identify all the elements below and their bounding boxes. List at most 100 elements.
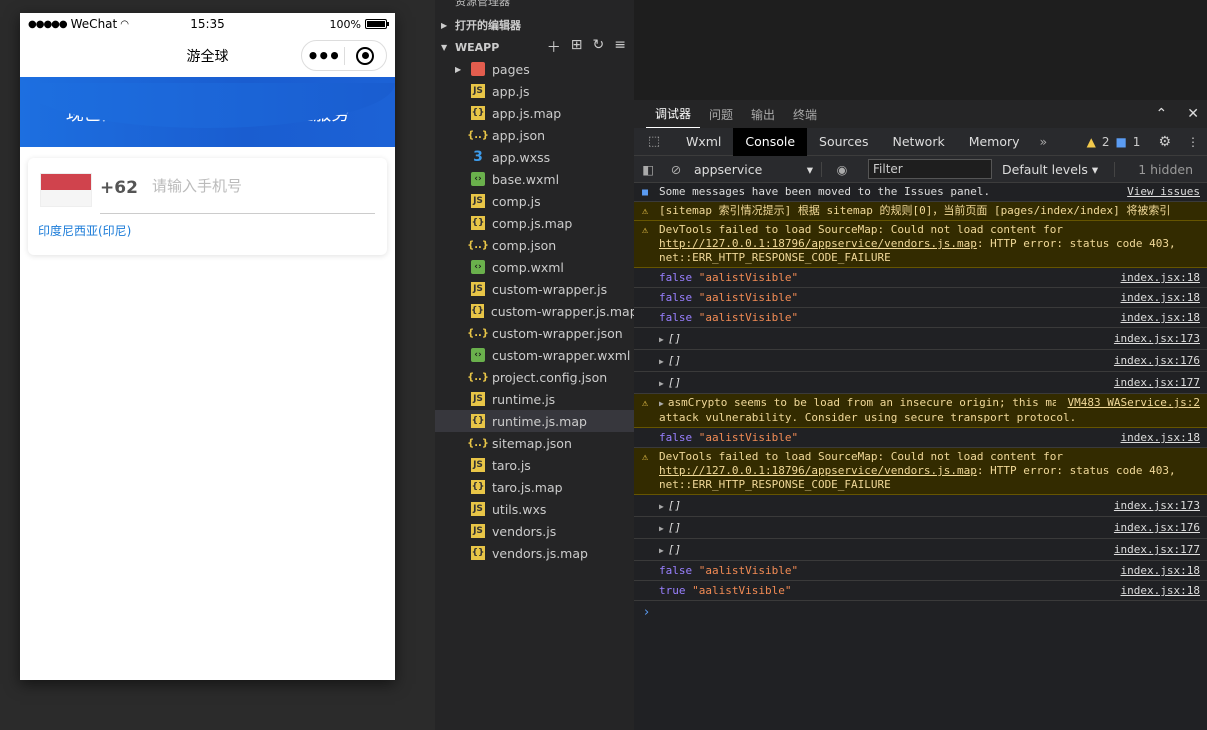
- country-name[interactable]: 印度尼西亚(印尼): [38, 222, 131, 239]
- tab-problems[interactable]: 问题: [700, 106, 742, 128]
- file-name: comp.json: [492, 237, 557, 253]
- file-item[interactable]: JS custom-wrapper.js: [435, 278, 634, 300]
- info-count[interactable]: 1: [1133, 135, 1141, 149]
- file-item[interactable]: {..} custom-wrapper.json: [435, 322, 634, 344]
- filter-input[interactable]: [868, 159, 992, 179]
- gear-icon[interactable]: ⚙: [1158, 134, 1171, 150]
- file-name: sitemap.json: [492, 435, 572, 451]
- log-value: true: [659, 584, 686, 597]
- file-item[interactable]: ‹› custom-wrapper.wxml: [435, 344, 634, 366]
- file-item[interactable]: {..} sitemap.json: [435, 432, 634, 454]
- log-value: false: [659, 271, 693, 284]
- log-object[interactable]: []: [668, 543, 681, 556]
- file-item[interactable]: ‹› comp.wxml: [435, 256, 634, 278]
- source-link[interactable]: index.jsx:176: [1114, 354, 1200, 368]
- source-link[interactable]: index.jsx:177: [1114, 543, 1200, 557]
- file-item[interactable]: {} custom-wrapper.js.map: [435, 300, 638, 322]
- log-object[interactable]: []: [668, 332, 681, 345]
- file-item[interactable]: JS vendors.js: [435, 520, 634, 542]
- log-value: false: [659, 431, 693, 444]
- expand-arrow-icon[interactable]: ▶: [659, 357, 664, 366]
- file-item[interactable]: ‹› base.wxml: [435, 168, 634, 190]
- source-link[interactable]: index.jsx:18: [1121, 431, 1200, 445]
- file-item[interactable]: {} vendors.js.map: [435, 542, 634, 564]
- source-link[interactable]: View issues: [1127, 185, 1200, 199]
- tab-wxml[interactable]: Wxml: [674, 128, 733, 156]
- chevron-up-icon[interactable]: ⌃: [1156, 106, 1168, 122]
- tab-network[interactable]: Network: [881, 128, 957, 156]
- close-miniprogram-button[interactable]: [345, 46, 387, 65]
- json-file-icon: {..}: [467, 437, 489, 449]
- sidebar-toggle-icon[interactable]: ◧: [634, 162, 662, 177]
- log-object[interactable]: []: [668, 521, 681, 534]
- source-link[interactable]: VM483 WAService.js:2: [1055, 396, 1200, 410]
- close-icon[interactable]: ✕: [1187, 106, 1199, 122]
- file-item[interactable]: JS taro.js: [435, 454, 634, 476]
- file-item[interactable]: JS comp.js: [435, 190, 634, 212]
- project-section[interactable]: ▼ WEAPP ＋ ⊞ ↻ ≡: [435, 36, 634, 58]
- new-file-icon[interactable]: ＋: [547, 37, 561, 57]
- tab-debugger[interactable]: 调试器: [646, 105, 701, 128]
- clear-console-icon[interactable]: ⊘: [662, 162, 690, 177]
- file-item[interactable]: {} taro.js.map: [435, 476, 634, 498]
- source-link[interactable]: index.jsx:18: [1121, 564, 1200, 578]
- file-item[interactable]: JS app.js: [435, 80, 634, 102]
- indonesia-flag-icon[interactable]: [40, 173, 92, 207]
- file-item[interactable]: JS runtime.js: [435, 388, 634, 410]
- inspect-element-icon[interactable]: ⬚: [634, 134, 674, 149]
- country-code[interactable]: +62: [100, 178, 138, 198]
- refresh-icon[interactable]: ↻: [593, 37, 605, 57]
- context-selector[interactable]: appservice ▾: [690, 161, 822, 177]
- collapse-icon[interactable]: ≡: [614, 37, 626, 57]
- tab-console[interactable]: Console: [733, 127, 808, 156]
- chevron-down-icon: ▼: [441, 42, 448, 52]
- file-name: vendors.js: [492, 523, 557, 539]
- source-link[interactable]: index.jsx:18: [1121, 291, 1200, 305]
- file-item[interactable]: JS utils.wxs: [435, 498, 634, 520]
- tab-sources[interactable]: Sources: [807, 128, 880, 156]
- sourcemap-link[interactable]: http://127.0.0.1:18796/appservice/vendor…: [659, 237, 977, 250]
- file-item[interactable]: {} comp.js.map: [435, 212, 634, 234]
- expand-arrow-icon[interactable]: ▶: [659, 399, 664, 408]
- message-icon[interactable]: ■: [1115, 135, 1126, 149]
- expand-arrow-icon[interactable]: ▶: [659, 524, 664, 533]
- phone-number-input[interactable]: [152, 177, 372, 195]
- log-object[interactable]: []: [668, 376, 681, 389]
- file-item[interactable]: {} app.js.map: [435, 102, 634, 124]
- source-link[interactable]: index.jsx:173: [1114, 499, 1200, 513]
- expand-arrow-icon[interactable]: ▶: [659, 379, 664, 388]
- file-item[interactable]: {} runtime.js.map: [435, 410, 634, 432]
- js-file-icon: JS: [471, 84, 485, 98]
- source-link[interactable]: index.jsx:177: [1114, 376, 1200, 390]
- source-link[interactable]: index.jsx:18: [1121, 584, 1200, 598]
- source-link[interactable]: index.jsx:173: [1114, 332, 1200, 346]
- expand-arrow-icon[interactable]: ▶: [659, 546, 664, 555]
- tab-memory[interactable]: Memory: [957, 128, 1032, 156]
- more-button[interactable]: •••: [302, 46, 344, 66]
- folder-item[interactable]: ▶ pages: [435, 58, 634, 80]
- log-object[interactable]: []: [668, 499, 681, 512]
- source-link[interactable]: index.jsx:18: [1121, 311, 1200, 325]
- tab-terminal[interactable]: 终端: [784, 106, 826, 128]
- log-object[interactable]: []: [668, 354, 681, 367]
- log-levels-dropdown[interactable]: Default levels ▾: [1002, 161, 1116, 177]
- kebab-menu-icon[interactable]: ⋮: [1187, 135, 1199, 149]
- file-item[interactable]: 3 app.wxss: [435, 146, 634, 168]
- expand-arrow-icon[interactable]: ▶: [659, 335, 664, 344]
- tab-output[interactable]: 输出: [742, 106, 784, 128]
- eye-icon[interactable]: ◉: [828, 162, 856, 177]
- file-item[interactable]: {..} comp.json: [435, 234, 634, 256]
- log-string: "aalistVisible": [698, 271, 799, 284]
- open-editors-section[interactable]: ▶ 打开的编辑器: [435, 14, 634, 36]
- source-link[interactable]: index.jsx:176: [1114, 521, 1200, 535]
- sourcemap-link[interactable]: http://127.0.0.1:18796/appservice/vendor…: [659, 464, 977, 477]
- expand-arrow-icon[interactable]: ▶: [659, 502, 664, 511]
- file-item[interactable]: {..} project.config.json: [435, 366, 634, 388]
- file-item[interactable]: {..} app.json: [435, 124, 634, 146]
- console-prompt[interactable]: ›: [634, 601, 1207, 624]
- new-folder-icon[interactable]: ⊞: [571, 37, 583, 57]
- warning-icon[interactable]: ▲: [1087, 135, 1096, 149]
- warning-count[interactable]: 2: [1102, 135, 1110, 149]
- source-link[interactable]: index.jsx:18: [1121, 271, 1200, 285]
- more-tabs-button[interactable]: »: [1032, 134, 1056, 149]
